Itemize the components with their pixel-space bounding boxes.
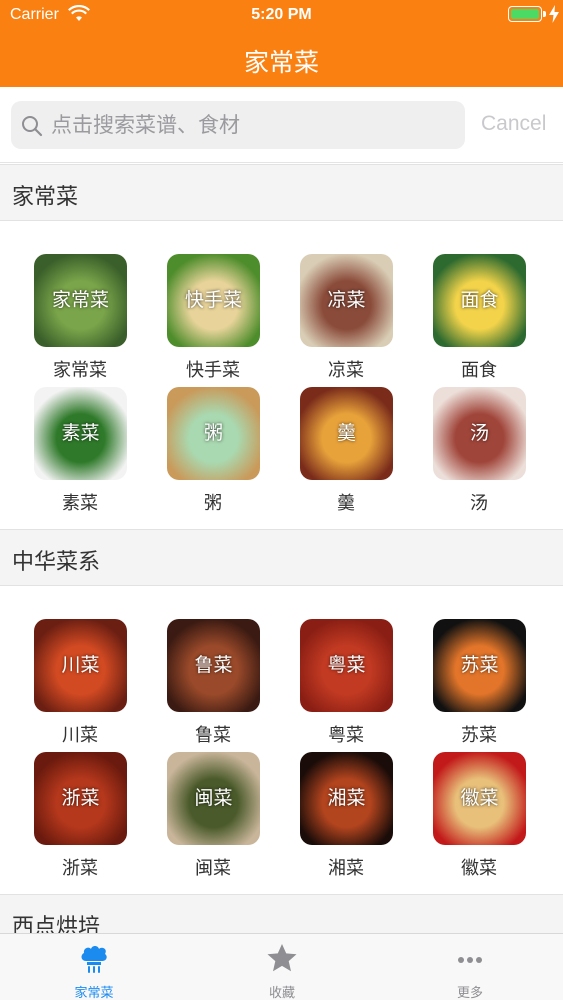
category-image: 苏菜: [433, 619, 526, 712]
category-label: 湘菜: [328, 858, 364, 879]
cancel-button[interactable]: Cancel: [481, 112, 546, 136]
category-item[interactable]: 家常菜 家常菜: [25, 254, 135, 384]
category-image: 徽菜: [433, 752, 526, 845]
category-label: 凉菜: [328, 360, 364, 381]
app-screen: Carrier 5:20 PM 家常菜 Cancel 家常菜: [0, 0, 563, 1000]
status-time: 5:20 PM: [251, 6, 312, 23]
category-image: 鲁菜: [167, 619, 260, 712]
category-item[interactable]: 快手菜 快手菜: [158, 254, 268, 384]
category-item[interactable]: 徽菜 徽菜: [424, 752, 534, 882]
category-item[interactable]: 素菜 素菜: [25, 387, 135, 517]
category-item[interactable]: 粤菜 粤菜: [291, 619, 401, 749]
search-icon: [22, 116, 43, 137]
category-image: 湘菜: [300, 752, 393, 845]
battery-tip: [543, 11, 546, 17]
category-image: 粤菜: [300, 619, 393, 712]
tab-bar: 家常菜 收藏 更多: [0, 933, 563, 1000]
category-item[interactable]: 川菜 川菜: [25, 619, 135, 749]
tab-label: 家常菜: [74, 986, 114, 1000]
category-item[interactable]: 羹 羹: [291, 387, 401, 517]
search-bar: Cancel: [0, 87, 563, 163]
category-label: 羹: [337, 493, 355, 514]
category-item[interactable]: 浙菜 浙菜: [25, 752, 135, 882]
category-label: 快手菜: [186, 360, 240, 381]
category-item[interactable]: 鲁菜 鲁菜: [158, 619, 268, 749]
category-image: 家常菜: [34, 254, 127, 347]
category-image: 快手菜: [167, 254, 260, 347]
category-item[interactable]: 湘菜 湘菜: [291, 752, 401, 882]
category-label: 家常菜: [53, 360, 107, 381]
category-item[interactable]: 苏菜 苏菜: [424, 619, 534, 749]
search-box[interactable]: [11, 101, 465, 149]
category-image: 闽菜: [167, 752, 260, 845]
category-label: 闽菜: [195, 858, 231, 879]
section-title: 家常菜: [12, 185, 79, 210]
category-label: 面食: [461, 360, 497, 381]
category-label: 汤: [470, 493, 488, 514]
category-label: 苏菜: [461, 725, 497, 746]
chef-hat-icon: [81, 946, 107, 973]
section-header-zhonghuacaixi: 中华菜系: [0, 529, 563, 586]
category-grid-jiachangcai: 家常菜 家常菜 快手菜 快手菜 凉菜 凉菜 面食 面食 素菜 素菜 粥 粥 羹 …: [0, 254, 563, 514]
category-label: 浙菜: [62, 858, 98, 879]
tab-label: 更多: [456, 986, 483, 1000]
search-input[interactable]: [51, 101, 451, 149]
category-item[interactable]: 汤 汤: [424, 387, 534, 517]
status-bar: Carrier 5:20 PM: [0, 0, 563, 30]
star-icon: [267, 944, 297, 972]
section-title: 中华菜系: [12, 550, 101, 575]
category-image: 粥: [167, 387, 260, 480]
more-dots-icon: [458, 957, 482, 963]
page-title: 家常菜: [243, 48, 319, 77]
charging-bolt-icon: [549, 5, 559, 23]
tab-label: 收藏: [268, 986, 295, 1000]
category-image: 素菜: [34, 387, 127, 480]
category-image: 羹: [300, 387, 393, 480]
category-item[interactable]: 闽菜 闽菜: [158, 752, 268, 882]
category-image: 凉菜: [300, 254, 393, 347]
category-label: 鲁菜: [195, 725, 231, 746]
category-label: 粥: [204, 493, 222, 514]
category-item[interactable]: 粥 粥: [158, 387, 268, 517]
nav-header: Carrier 5:20 PM 家常菜: [0, 0, 563, 87]
category-item[interactable]: 凉菜 凉菜: [291, 254, 401, 384]
category-label: 素菜: [62, 493, 98, 514]
category-image: 浙菜: [34, 752, 127, 845]
category-label: 徽菜: [461, 858, 497, 879]
section-header-jiachangcai: 家常菜: [0, 164, 563, 221]
tab-jiachangcai[interactable]: 家常菜: [0, 934, 188, 1000]
tab-gengduo[interactable]: 更多: [376, 934, 563, 1000]
category-item[interactable]: 面食 面食: [424, 254, 534, 384]
battery-icon: [508, 6, 542, 22]
category-image: 川菜: [34, 619, 127, 712]
category-label: 粤菜: [328, 725, 364, 746]
category-image: 面食: [433, 254, 526, 347]
category-image: 汤: [433, 387, 526, 480]
category-label: 川菜: [62, 725, 98, 746]
tab-shoucang[interactable]: 收藏: [188, 934, 376, 1000]
category-grid-zhonghuacaixi: 川菜 川菜 鲁菜 鲁菜 粤菜 粤菜 苏菜 苏菜 浙菜 浙菜 闽菜 闽菜 湘菜 湘…: [0, 619, 563, 879]
